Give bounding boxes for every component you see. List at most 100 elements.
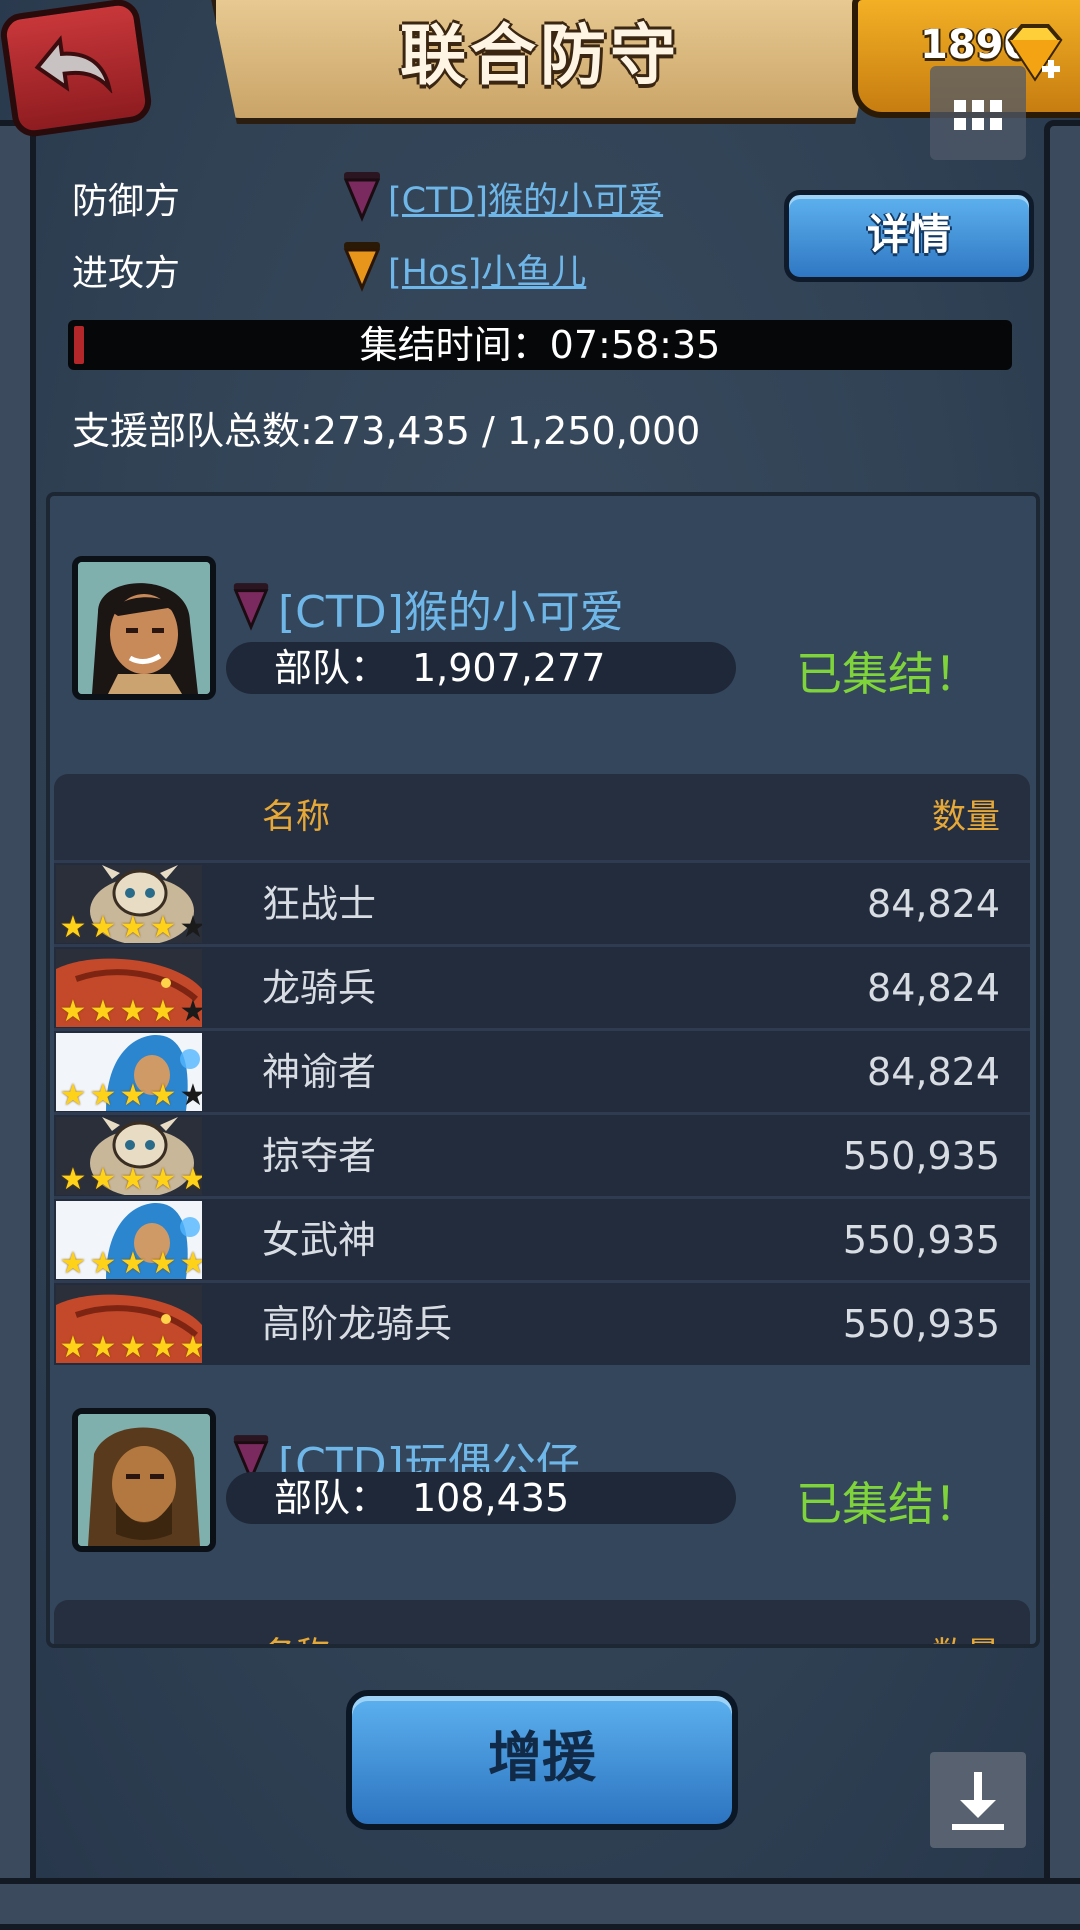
star-rating: ★★★★★ [58,1081,202,1111]
star-icon: ★ [149,1162,177,1195]
column-header-quantity: 数量 [932,1612,1000,1644]
column-header-name: 名称 [262,797,330,837]
star-icon: ★ [178,1165,202,1195]
unit-name: 龙骑兵 [262,966,377,1010]
defender-label: 防御方 [72,181,181,222]
unit-name: 女武神 [262,1218,377,1262]
troop-table: 名称 数量 ★★★★★狂战士84,824★★★★★龙骑兵84,824★★★★★神… [54,774,1030,1365]
table-row: ★★★★★龙骑兵84,824 [54,944,1030,1029]
attacker-player-link[interactable]: [Hos]小鱼儿 [388,244,586,295]
star-icon: ★ [89,1246,117,1279]
attacker-flag-icon [343,242,381,292]
reinforce-button[interactable]: 增援 [346,1690,738,1830]
grid-menu-icon [954,100,1002,130]
star-rating: ★★★★★ [58,1333,202,1363]
star-rating: ★★★★★ [58,1249,202,1279]
table-row: ★★★★★掠夺者550,935 [54,1112,1030,1197]
red-dragon-icon: ★★★★★ [56,1285,202,1363]
table-row: ★★★★★女武神550,935 [54,1196,1030,1281]
star-icon: ★ [178,1081,202,1111]
troop-count-pill: 部队： 108,435 [226,1472,736,1524]
star-icon: ★ [59,994,87,1027]
star-icon: ★ [59,1330,87,1363]
avatar[interactable] [72,556,216,700]
blue-hooded-mage-icon: ★★★★★ [56,1201,202,1279]
star-icon: ★ [59,1078,87,1111]
star-icon: ★ [149,1246,177,1279]
rally-timer-bar: 集结时间：07:58:35 [68,320,1012,370]
table-row: ★★★★★高阶龙骑兵550,935 [54,1280,1030,1365]
grid-menu-button[interactable] [930,66,1026,160]
page-title: 联合防守 [400,17,680,94]
unit-name: 神谕者 [262,1050,377,1094]
unit-name: 掠夺者 [262,1134,377,1178]
unit-quantity: 84,824 [867,1050,1000,1094]
hero-portrait-icon [78,1414,210,1546]
avatar[interactable] [72,1408,216,1552]
support-total: 支援部队总数:273,435 / 1,250,000 [72,409,701,453]
skull-warrior-icon: ★★★★★ [56,865,202,943]
star-icon: ★ [149,994,177,1027]
bottom-rock-border [0,1878,1080,1930]
rally-timer-text: 集结时间：07:58:35 [359,323,721,367]
hero-portrait-icon [78,562,210,694]
troop-table: 名称 数量 [54,1600,1030,1644]
troop-count-pill: 部队： 1,907,277 [226,642,736,694]
star-icon: ★ [119,994,147,1027]
red-dragon-icon: ★★★★★ [56,949,202,1027]
back-button[interactable] [0,0,154,140]
star-icon: ★ [178,997,202,1027]
rally-status: 已集结！ [796,647,980,701]
unit-name: 狂战士 [262,882,377,926]
star-icon: ★ [178,913,202,943]
download-button[interactable] [930,1752,1026,1848]
star-rating: ★★★★★ [58,997,202,1027]
star-icon: ★ [149,1078,177,1111]
rally-members-panel[interactable]: [CTD]猴的小可爱 部队： 1,907,277 已集结！ 名称 数量 ★ ★ ★ ★… [46,492,1040,1648]
star-icon: ★ [119,1330,147,1363]
troop-count-label: 部队： [274,646,389,690]
rally-status: 已集结！ [796,1477,980,1531]
details-button[interactable]: 详情 [784,190,1034,282]
right-rock-border [1044,120,1080,1892]
star-icon: ★ [89,1162,117,1195]
star-icon: ★ [119,1078,147,1111]
star-icon: ★ [59,910,87,943]
star-icon: ★ [119,1246,147,1279]
download-icon [952,1772,1004,1830]
attacker-label: 进攻方 [72,253,181,294]
star-rating: ★★★★★ [58,1165,202,1195]
unit-quantity: 550,935 [842,1218,1000,1262]
table-row: ★★★★★ 狂战士 84,824 [54,860,1030,945]
star-icon: ★ [149,1330,177,1363]
star-icon: ★ [119,1162,147,1195]
star-icon: ★ [59,1246,87,1279]
star-icon: ★ [178,1333,202,1363]
member-name: [CTD]猴的小可爱 [278,587,624,638]
blue-hooded-mage-icon: ★★★★★ [56,1033,202,1111]
table-row: ★★★★★ 神谕者 84,824 [54,1028,1030,1113]
skull-warrior-icon: ★★★★★ [56,1117,202,1195]
troop-count-label: 部队： [274,1476,389,1520]
unit-quantity: 550,935 [842,1134,1000,1178]
star-icon: ★ [89,994,117,1027]
unit-quantity: 84,824 [867,966,1000,1010]
troop-count-value: 1,907,277 [412,646,606,690]
column-header-name: 名称 [262,1612,330,1644]
unit-quantity: 84,824 [867,882,1000,926]
left-rock-border [0,120,36,1892]
star-icon: ★ [89,1330,117,1363]
star-icon: ★ [59,1162,87,1195]
defender-player-link[interactable]: [CTD]猴的小可爱 [388,172,663,223]
star-rating: ★★★★★ [58,913,202,943]
alliance-flag-icon [233,583,269,631]
star-icon: ★ [89,910,117,943]
back-arrow-icon [34,35,113,95]
unit-name: 高阶龙骑兵 [262,1302,453,1346]
column-header-quantity: 数量 [932,797,1000,837]
troop-count-value: 108,435 [412,1476,570,1520]
star-icon: ★ [178,1249,202,1279]
defender-flag-icon [343,172,381,222]
unit-quantity: 550,935 [842,1302,1000,1346]
star-icon: ★ [149,910,177,943]
